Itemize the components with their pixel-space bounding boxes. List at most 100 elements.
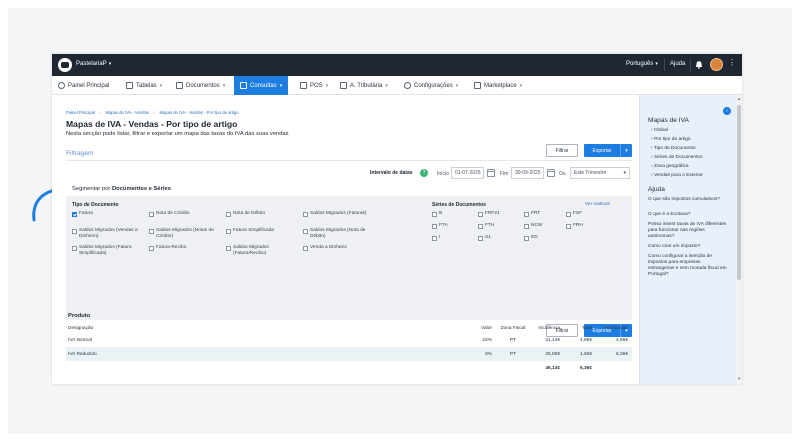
calendar-icon[interactable] xyxy=(487,169,495,177)
help-link[interactable]: O que é a Ecotaxa? xyxy=(648,212,728,218)
bell-icon[interactable] xyxy=(695,60,703,69)
show-inactive-link[interactable]: Ver inativos xyxy=(585,202,610,207)
rp-link-series[interactable]: › Séries de Documentos xyxy=(651,155,731,161)
checkbox-venda-dinheiro[interactable]: Venda a Dinheiro xyxy=(303,245,373,251)
checkbox-fatura[interactable]: Fatura xyxy=(72,211,142,217)
rp-link-exterior[interactable]: › Vendas para o Exterior xyxy=(651,173,731,179)
nav-a-tributaria[interactable]: A. Tributária ▾ xyxy=(340,76,388,95)
start-date-input[interactable]: 01-07-2025 xyxy=(451,167,484,179)
company-logo-icon[interactable] xyxy=(58,58,72,72)
checkbox-series-s1[interactable]: S1 xyxy=(478,235,491,241)
filter-button-top[interactable]: Filtrar xyxy=(546,144,578,157)
checkbox-series-b[interactable]: B xyxy=(432,211,442,217)
filtragem-heading[interactable]: Filtragem xyxy=(66,150,93,157)
checkbox-fatura-simplificada[interactable]: Fatura Simplificada xyxy=(226,228,296,234)
help-link[interactable]: Como criar um imposto? xyxy=(648,244,728,250)
checkbox-series-ncw[interactable]: NCW xyxy=(524,223,542,229)
checkbox-label: FTH xyxy=(485,223,495,228)
checkbox-series-fth[interactable]: FTH xyxy=(478,223,494,229)
nav-tabelas[interactable]: Tabelas ▾ xyxy=(126,76,162,95)
checkbox-series-ed[interactable]: ED xyxy=(524,235,538,241)
checkbox-saldos-faturas[interactable]: Saldos Migrados (Faturas) xyxy=(303,211,373,217)
segment-toggle[interactable]: Segmentar por Documentos e Séries xyxy=(72,186,171,192)
breadcrumb-link[interactable]: Painel Principal xyxy=(66,110,95,115)
checkbox-box[interactable] xyxy=(478,235,483,241)
help-link[interactable]: O que são impostos cumulativos? xyxy=(648,197,728,203)
checkbox-box[interactable] xyxy=(149,228,154,234)
nav-consultas[interactable]: Consultas ▾ xyxy=(234,76,289,95)
period-select[interactable]: Este Trimestre ▾ xyxy=(570,167,630,179)
help-link[interactable]: Posso inserir taxas de IVA diferentes pa… xyxy=(648,222,728,240)
nav-pos[interactable]: POS ▾ xyxy=(300,76,328,95)
rp-link-tipo-documento[interactable]: › Tipo de Documento xyxy=(651,146,731,152)
checkbox-series-frh[interactable]: FRH xyxy=(566,223,583,229)
help-link[interactable]: Ajuda xyxy=(670,61,685,67)
checkbox-series-frf21[interactable]: FRF21 xyxy=(478,211,500,217)
checkbox-box[interactable] xyxy=(524,223,529,229)
checkbox-series-i[interactable]: I xyxy=(432,235,440,241)
scroll-thumb[interactable] xyxy=(737,105,741,280)
checkbox-box[interactable] xyxy=(303,211,308,217)
table-cell: 6% xyxy=(456,347,496,361)
checkbox-fatura-recibo[interactable]: Fatura-Recibo xyxy=(149,245,219,251)
avatar[interactable] xyxy=(710,58,723,71)
checkbox-box[interactable] xyxy=(524,235,529,241)
checkbox-nota-debito[interactable]: Nota de Débito xyxy=(226,211,296,217)
panel-toggle-icon[interactable]: › xyxy=(723,107,731,115)
nav-label: Consultas xyxy=(250,82,277,89)
checkbox-series-fsf[interactable]: FSF xyxy=(566,211,582,217)
checkbox-box[interactable] xyxy=(566,211,571,217)
checkbox-box[interactable] xyxy=(432,223,437,229)
checkbox-box[interactable] xyxy=(303,228,308,234)
language-selector[interactable]: Português ▾ xyxy=(626,61,658,67)
checkbox-box[interactable] xyxy=(226,211,231,217)
info-icon[interactable]: ? xyxy=(420,169,428,177)
checkbox-saldos-notas-credito[interactable]: Saldos Migrados (Notas de Crédito) xyxy=(149,228,219,240)
checkbox-label: S1 xyxy=(485,235,491,240)
checkbox-box[interactable] xyxy=(524,211,529,217)
calendar-icon[interactable] xyxy=(547,169,555,177)
export-button-top[interactable]: Exportar ▾ xyxy=(584,144,632,157)
company-selector[interactable]: PastelariaP ▾ xyxy=(76,61,111,67)
checkbox-saldos-nota-debito[interactable]: Saldos Migrados (Nota de Débito) xyxy=(303,228,373,240)
checkbox-box[interactable] xyxy=(149,211,154,217)
column-header: Acumulado xyxy=(604,325,628,331)
checkbox-box[interactable] xyxy=(478,223,483,229)
checkbox-box[interactable] xyxy=(149,245,154,251)
breadcrumb-link[interactable]: Mapas de IVA - Vendas xyxy=(105,110,148,115)
checkbox-box[interactable] xyxy=(432,211,437,217)
chevron-down-icon[interactable]: ▾ xyxy=(620,144,632,157)
checkbox-box[interactable] xyxy=(566,223,571,229)
nav-painel-principal[interactable]: Painel Principal xyxy=(58,76,109,95)
checkbox-box[interactable] xyxy=(226,245,231,251)
checkbox-box[interactable] xyxy=(478,211,483,217)
checkbox-box[interactable] xyxy=(226,228,231,234)
nav-marketplace[interactable]: Marketplace ▾ xyxy=(474,76,522,95)
checkbox-box[interactable] xyxy=(72,245,77,251)
checkbox-box[interactable] xyxy=(303,245,308,251)
checkbox-box[interactable] xyxy=(72,211,77,217)
checkbox-series-frt[interactable]: FRT xyxy=(524,211,540,217)
nav-configuracoes[interactable]: Configurações ▾ xyxy=(404,76,458,95)
kebab-menu-icon[interactable]: ⋮ xyxy=(728,59,736,67)
help-link[interactable]: Como configurar a isenção de impostos pa… xyxy=(648,254,728,278)
checkbox-saldos-fatura-recibo[interactable]: Saldos Migrados (Fatura/Recibo) xyxy=(226,245,296,257)
rp-link-global[interactable]: › Global xyxy=(651,128,731,134)
rp-link-zona[interactable]: › Zona geográfica xyxy=(651,164,731,170)
checkbox-box[interactable] xyxy=(432,235,437,241)
segment-prefix: Segmentar por xyxy=(72,186,112,192)
checkbox-nota-credito[interactable]: Nota de Crédito xyxy=(149,211,219,217)
checkbox-saldos-vendas-dinheiro[interactable]: Saldos Migrados (Vendas a Dinheiro) xyxy=(72,228,142,240)
checkbox-series-fta[interactable]: FTA xyxy=(432,223,448,229)
checkbox-box[interactable] xyxy=(72,228,77,234)
scrollbar[interactable]: ▲ ▼ xyxy=(736,95,742,384)
scroll-down-icon[interactable]: ▼ xyxy=(737,376,741,381)
checkbox-saldos-fatura-simplificada[interactable]: Saldos Migrados (Fatura Simplificada) xyxy=(72,245,142,257)
end-date-input[interactable]: 30-09-2025 xyxy=(511,167,544,179)
settings-icon xyxy=(404,82,411,89)
nav-documentos[interactable]: Documentos ▾ xyxy=(176,76,225,95)
rp-link-tipo-artigo[interactable]: › Por tipo de artigo xyxy=(651,137,731,143)
scroll-up-icon[interactable]: ▲ xyxy=(737,96,741,101)
link-label: Séries de Documentos xyxy=(653,155,703,160)
page-title: Mapas de IVA - Vendas - Por tipo de arti… xyxy=(66,119,238,129)
